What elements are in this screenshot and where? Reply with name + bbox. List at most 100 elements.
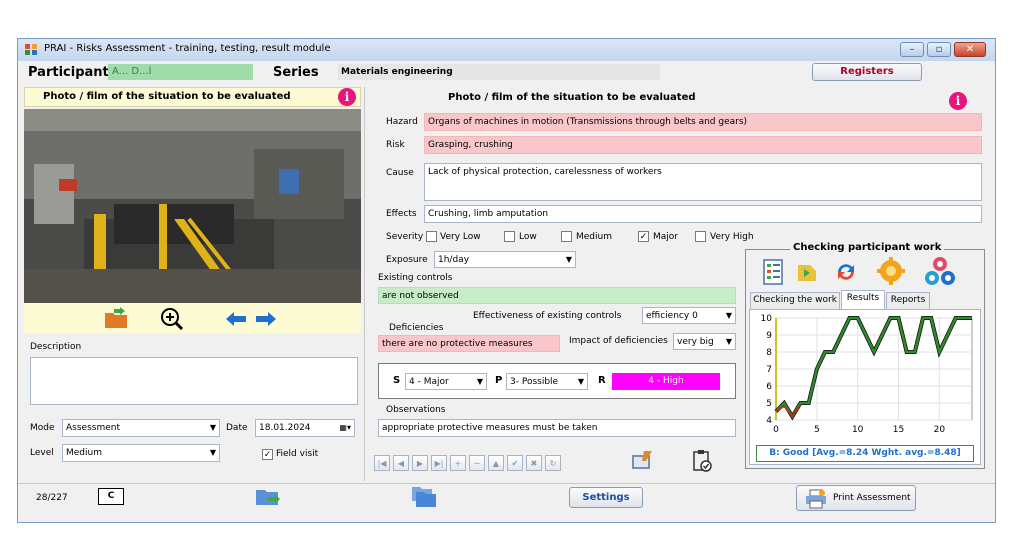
delete-record-button[interactable]: −: [469, 455, 485, 471]
impact-select[interactable]: very big ▼: [673, 333, 736, 350]
severity-medium-checkbox[interactable]: [561, 231, 572, 242]
date-value: 18.01.2024: [259, 423, 311, 433]
x-tick-label: 15: [893, 425, 904, 435]
severity-major-label: Major: [653, 232, 678, 242]
r-label: R: [598, 375, 606, 386]
cause-field[interactable]: Lack of physical protection, carelessnes…: [424, 163, 982, 201]
c-button[interactable]: C: [98, 488, 124, 505]
tab-reports[interactable]: Reports: [886, 292, 930, 309]
hazard-label: Hazard: [386, 117, 418, 127]
p-select[interactable]: 3- Possible ▼: [506, 373, 588, 390]
impact-value: very big: [677, 337, 714, 347]
checklist-icon[interactable]: [762, 259, 784, 285]
risk-field[interactable]: Grasping, crushing: [424, 136, 982, 154]
refresh-record-button[interactable]: ↻: [545, 455, 561, 471]
hazard-field[interactable]: Organs of machines in motion (Transmissi…: [424, 113, 982, 131]
registers-button[interactable]: Registers: [812, 63, 922, 81]
effects-field[interactable]: Crushing, limb amputation: [424, 205, 982, 223]
chevron-down-icon: ▼: [565, 255, 572, 264]
s-select[interactable]: 4 - Major ▼: [405, 373, 487, 390]
results-line-chart: 4 5 6 7 8 9 10 0 5 10 15 20: [761, 314, 973, 435]
effects-label: Effects: [386, 209, 417, 219]
cause-label: Cause: [386, 168, 414, 178]
printer-icon: [806, 489, 826, 509]
zoom-in-icon[interactable]: [160, 307, 184, 331]
window-title: PRAI - Risks Assessment - training, test…: [44, 43, 331, 54]
arrow-right-icon[interactable]: [256, 312, 276, 326]
folders-copy-icon[interactable]: [410, 483, 438, 509]
folder-forward-icon[interactable]: [254, 485, 282, 509]
tab-results[interactable]: Results: [841, 290, 885, 309]
sync-icon[interactable]: [834, 260, 858, 284]
prior-record-button[interactable]: ◀: [393, 455, 409, 471]
exposure-value: 1h/day: [438, 255, 470, 265]
last-record-button[interactable]: ▶|: [431, 455, 447, 471]
date-label: Date: [226, 423, 248, 433]
field-visit-label: Field visit: [276, 449, 319, 459]
print-assessment-button[interactable]: Print Assessment: [796, 485, 916, 511]
severity-low-checkbox[interactable]: [504, 231, 515, 242]
exposure-select[interactable]: 1h/day ▼: [434, 251, 576, 268]
observations-field[interactable]: appropriate protective measures must be …: [378, 419, 736, 437]
existing-controls-label: Existing controls: [378, 273, 453, 283]
close-button[interactable]: ✕: [954, 42, 986, 57]
minimize-button[interactable]: –: [900, 42, 924, 57]
maximize-button[interactable]: ▫: [927, 42, 951, 57]
series-label: Series: [273, 65, 319, 80]
chevron-down-icon: ▼: [209, 423, 216, 432]
severity-major-checkbox[interactable]: ✓: [638, 231, 649, 242]
severity-very-low-checkbox[interactable]: [426, 231, 437, 242]
tab-checking-the-work[interactable]: Checking the work: [750, 292, 840, 309]
chevron-down-icon: ▼: [476, 377, 483, 386]
cancel-record-button[interactable]: ✖: [526, 455, 542, 471]
edit-record-button[interactable]: ▲: [488, 455, 504, 471]
deficiencies-field[interactable]: there are no protective measures: [378, 335, 560, 352]
chevron-down-icon: ▼: [577, 377, 584, 386]
severity-very-high-checkbox[interactable]: [695, 231, 706, 242]
observations-label: Observations: [386, 405, 446, 415]
first-record-button[interactable]: |◀: [374, 455, 390, 471]
existing-controls-field[interactable]: are not observed: [378, 287, 736, 304]
title-bar[interactable]: PRAI - Risks Assessment - training, test…: [18, 39, 995, 61]
severity-very-high-label: Very High: [710, 232, 754, 242]
y-tick-label: 4: [766, 416, 772, 426]
clipboard-check-icon[interactable]: [691, 449, 713, 473]
impact-label: Impact of deficiencies: [569, 336, 668, 346]
bottom-divider: [18, 483, 995, 484]
open-folder-icon[interactable]: [104, 307, 128, 329]
risk-label: Risk: [386, 140, 405, 150]
description-field[interactable]: [30, 357, 358, 405]
mode-select[interactable]: Assessment ▼: [62, 419, 220, 437]
date-picker[interactable]: 18.01.2024 ▦▾: [255, 419, 355, 437]
severity-label: Severity: [386, 232, 424, 242]
info-icon[interactable]: i: [338, 88, 356, 106]
left-photo-header-bar: Photo / film of the situation to be eval…: [24, 87, 361, 107]
p-value: 3- Possible: [510, 377, 559, 387]
next-record-button[interactable]: ▶: [412, 455, 428, 471]
participant-field[interactable]: A... D...l: [108, 64, 253, 80]
insert-record-button[interactable]: +: [450, 455, 466, 471]
severity-very-low-label: Very Low: [440, 232, 481, 242]
settings-button[interactable]: Settings: [569, 487, 643, 508]
deficiencies-label: Deficiencies: [389, 323, 444, 333]
effectiveness-select[interactable]: efficiency 0 ▼: [642, 307, 736, 324]
effectiveness-value: efficiency 0: [646, 311, 698, 321]
settings-gear-icon[interactable]: [877, 257, 905, 285]
y-tick-label: 10: [761, 314, 773, 324]
export-icon[interactable]: [796, 261, 818, 283]
arrow-left-icon[interactable]: [226, 312, 246, 326]
x-tick-label: 5: [814, 425, 820, 435]
post-record-button[interactable]: ✔: [507, 455, 523, 471]
info-icon[interactable]: i: [949, 92, 967, 110]
level-select[interactable]: Medium ▼: [62, 444, 220, 462]
print-assessment-label: Print Assessment: [833, 493, 911, 503]
level-label: Level: [30, 448, 54, 458]
users-icon[interactable]: [924, 255, 956, 287]
record-counter: 28/227: [36, 493, 68, 503]
severity-low-label: Low: [519, 232, 537, 242]
app-logo-icon: [25, 44, 37, 55]
field-visit-checkbox[interactable]: ✓: [262, 449, 273, 460]
edit-document-icon[interactable]: [630, 449, 656, 471]
left-photo-header: Photo / film of the situation to be eval…: [43, 91, 291, 102]
risk-level-badge: 4 - High: [612, 373, 720, 390]
